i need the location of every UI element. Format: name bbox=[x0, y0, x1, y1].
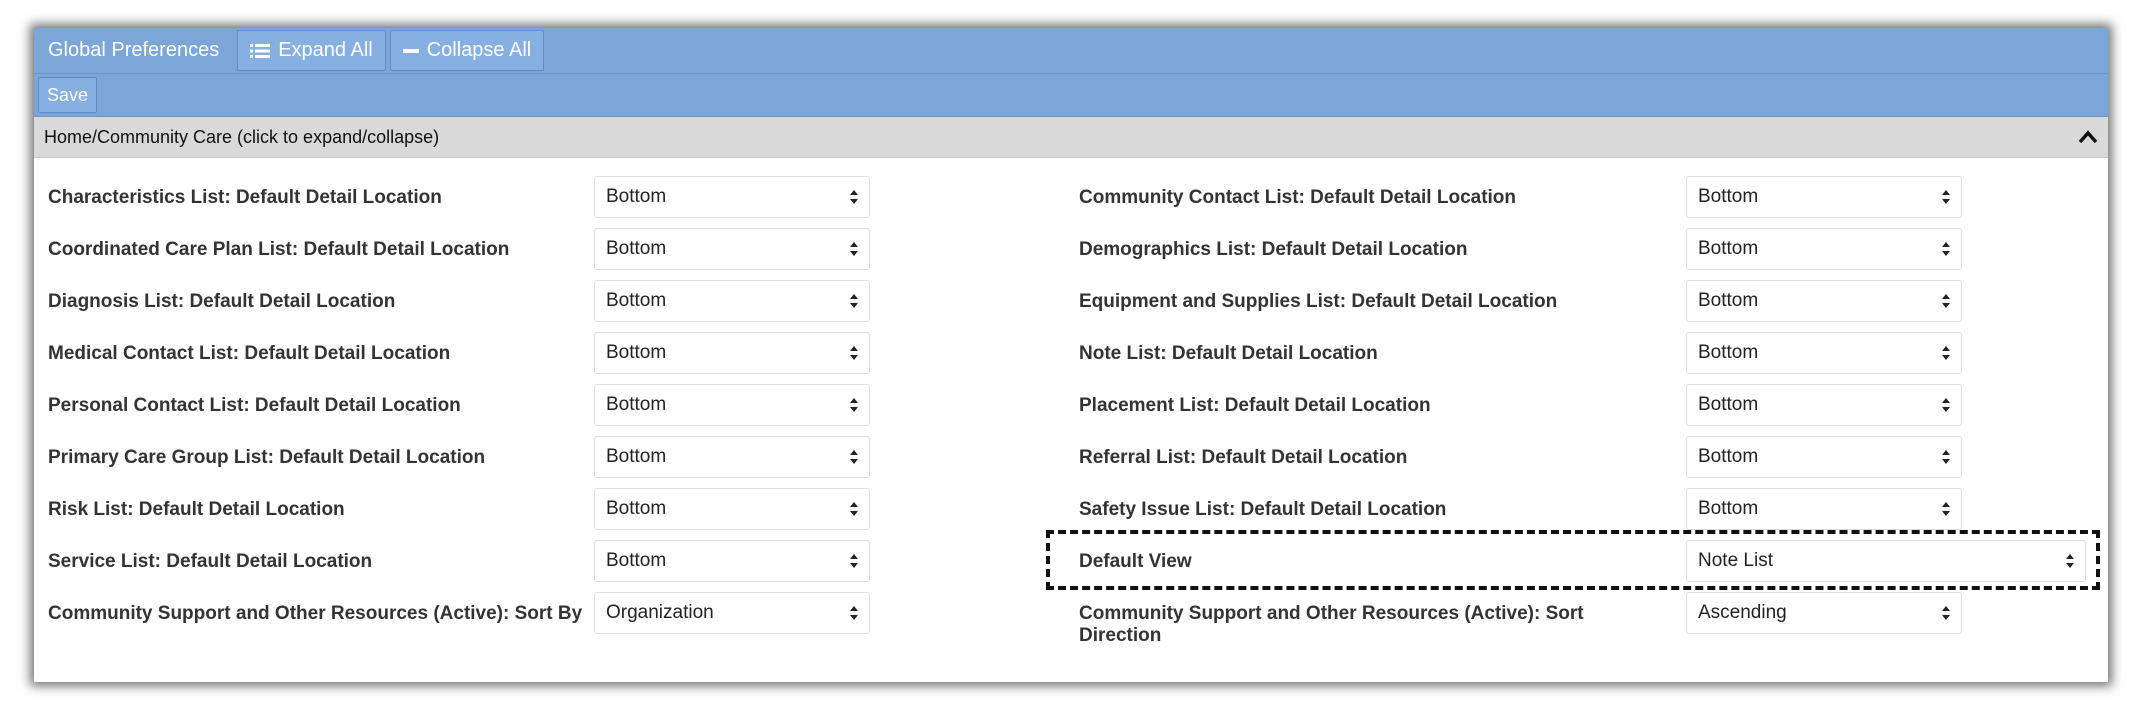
sort-arrows-icon bbox=[849, 605, 859, 621]
label-risk-list-default-detail-location: Risk List: Default Detail Location bbox=[48, 499, 345, 520]
section-header-home-community-care[interactable]: Home/Community Care (click to expand/col… bbox=[34, 117, 2108, 158]
select-value: Bottom bbox=[1698, 342, 1759, 363]
select-personal-contact-list-default-detail-location[interactable]: Bottom bbox=[594, 384, 870, 426]
select-community-contact-list-default-detail-location[interactable]: Bottom bbox=[1686, 176, 1962, 218]
section-title: Home/Community Care (click to expand/col… bbox=[44, 126, 440, 147]
sort-arrows-icon bbox=[849, 241, 859, 257]
select-value: Bottom bbox=[606, 186, 667, 207]
list-icon bbox=[250, 43, 271, 59]
sort-arrows-icon bbox=[849, 501, 859, 517]
sort-arrows-icon bbox=[849, 293, 859, 309]
label-referral-list-default-detail-location: Referral List: Default Detail Location bbox=[1079, 447, 1408, 468]
save-toolbar: Save bbox=[34, 74, 2108, 117]
sort-arrows-icon bbox=[1941, 241, 1951, 257]
select-value: Bottom bbox=[606, 238, 667, 259]
select-referral-list-default-detail-location[interactable]: Bottom bbox=[1686, 436, 1962, 478]
preference-row: Coordinated Care Plan List: Default Deta… bbox=[34, 223, 2108, 275]
select-note-list-default-detail-location[interactable]: Bottom bbox=[1686, 332, 1962, 374]
preference-row: Personal Contact List: Default Detail Lo… bbox=[34, 379, 2108, 431]
preference-row: Diagnosis List: Default Detail Location B… bbox=[34, 275, 2108, 327]
sort-arrows-icon bbox=[849, 449, 859, 465]
select-safety-issue-list-default-detail-location[interactable]: Bottom bbox=[1686, 488, 1962, 530]
select-placement-list-default-detail-location[interactable]: Bottom bbox=[1686, 384, 1962, 426]
select-risk-list-default-detail-location[interactable]: Bottom bbox=[594, 488, 870, 530]
preference-row: Primary Care Group List: Default Detail … bbox=[34, 431, 2108, 483]
expand-all-button[interactable]: Expand All bbox=[237, 30, 386, 71]
minus-icon bbox=[402, 43, 419, 59]
select-demographics-list-default-detail-location[interactable]: Bottom bbox=[1686, 228, 1962, 270]
select-community-support-and-other-resources-active-sort-direction[interactable]: Ascending bbox=[1686, 592, 1962, 634]
label-default-view: Default View bbox=[1079, 551, 1192, 572]
label-primary-care-group-list-default-detail-location: Primary Care Group List: Default Detail … bbox=[48, 447, 486, 468]
select-value: Bottom bbox=[606, 498, 667, 519]
select-value: Bottom bbox=[606, 394, 667, 415]
sort-arrows-icon bbox=[1941, 449, 1951, 465]
sort-arrows-icon bbox=[1941, 397, 1951, 413]
label-service-list-default-detail-location: Service List: Default Detail Location bbox=[48, 551, 373, 572]
label-safety-issue-list-default-detail-location: Safety Issue List: Default Detail Locati… bbox=[1079, 499, 1447, 520]
select-equipment-and-supplies-list-default-detail-location[interactable]: Bottom bbox=[1686, 280, 1962, 322]
select-value: Bottom bbox=[606, 290, 667, 311]
preference-row: Characteristics List: Default Detail Loc… bbox=[34, 171, 2108, 223]
sort-arrows-icon bbox=[1941, 605, 1951, 621]
sort-arrows-icon bbox=[1941, 189, 1951, 205]
select-value: Note List bbox=[1698, 550, 1773, 571]
sort-arrows-icon bbox=[2065, 553, 2075, 569]
select-coordinated-care-plan-list-default-detail-location[interactable]: Bottom bbox=[594, 228, 870, 270]
label-demographics-list-default-detail-location: Demographics List: Default Detail Locati… bbox=[1079, 239, 1468, 260]
label-characteristics-list-default-detail-location: Characteristics List: Default Detail Loc… bbox=[48, 187, 442, 208]
preference-row: Community Support and Other Resources (A… bbox=[34, 587, 2108, 646]
select-value: Bottom bbox=[1698, 186, 1759, 207]
select-diagnosis-list-default-detail-location[interactable]: Bottom bbox=[594, 280, 870, 322]
select-value: Bottom bbox=[1698, 446, 1759, 467]
label-placement-list-default-detail-location: Placement List: Default Detail Location bbox=[1079, 395, 1431, 416]
select-community-support-and-other-resources-active-sort-by[interactable]: Organization bbox=[594, 592, 870, 634]
page-title: Global Preferences bbox=[48, 39, 220, 61]
label-coordinated-care-plan-list-default-detail-location: Coordinated Care Plan List: Default Deta… bbox=[48, 239, 510, 260]
sort-arrows-icon bbox=[849, 189, 859, 205]
select-value: Ascending bbox=[1698, 602, 1787, 623]
preferences-window: Global Preferences Expand All Collapse A… bbox=[34, 28, 2108, 682]
preference-row: Service List: Default Detail Location Bot… bbox=[34, 535, 2108, 587]
select-characteristics-list-default-detail-location[interactable]: Bottom bbox=[594, 176, 870, 218]
select-value: Bottom bbox=[606, 550, 667, 571]
sort-arrows-icon bbox=[1941, 293, 1951, 309]
label-diagnosis-list-default-detail-location: Diagnosis List: Default Detail Location bbox=[48, 291, 396, 312]
collapse-all-label: Collapse All bbox=[426, 39, 532, 61]
select-value: Organization bbox=[606, 602, 714, 623]
save-button[interactable]: Save bbox=[38, 77, 98, 113]
label-community-support-and-other-resources-active-sort-direction: Community Support and Other Resources (A… bbox=[1079, 603, 1584, 646]
sort-arrows-icon bbox=[849, 397, 859, 413]
sort-arrows-icon bbox=[1941, 501, 1951, 517]
top-toolbar: Global Preferences Expand All Collapse A… bbox=[34, 28, 2108, 74]
label-medical-contact-list-default-detail-location: Medical Contact List: Default Detail Loc… bbox=[48, 343, 451, 364]
preference-row: Risk List: Default Detail Location Bottom… bbox=[34, 483, 2108, 535]
preference-row: Medical Contact List: Default Detail Loc… bbox=[34, 327, 2108, 379]
select-value: Bottom bbox=[606, 446, 667, 467]
sort-arrows-icon bbox=[849, 553, 859, 569]
label-community-support-and-other-resources-active-sort-by: Community Support and Other Resources (A… bbox=[48, 603, 583, 624]
collapse-all-button[interactable]: Collapse All bbox=[389, 30, 545, 71]
label-note-list-default-detail-location: Note List: Default Detail Location bbox=[1079, 343, 1378, 364]
select-service-list-default-detail-location[interactable]: Bottom bbox=[594, 540, 870, 582]
select-value: Bottom bbox=[1698, 238, 1759, 259]
select-value: Bottom bbox=[1698, 498, 1759, 519]
label-equipment-and-supplies-list-default-detail-location: Equipment and Supplies List: Default Det… bbox=[1079, 291, 1558, 312]
chevron-up-icon[interactable] bbox=[2078, 130, 2098, 144]
label-personal-contact-list-default-detail-location: Personal Contact List: Default Detail Lo… bbox=[48, 395, 461, 416]
select-value: Bottom bbox=[1698, 394, 1759, 415]
select-value: Bottom bbox=[1698, 290, 1759, 311]
sort-arrows-icon bbox=[1941, 345, 1951, 361]
select-primary-care-group-list-default-detail-location[interactable]: Bottom bbox=[594, 436, 870, 478]
select-medical-contact-list-default-detail-location[interactable]: Bottom bbox=[594, 332, 870, 374]
select-value: Bottom bbox=[606, 342, 667, 363]
expand-all-label: Expand All bbox=[278, 39, 373, 61]
label-community-contact-list-default-detail-location: Community Contact List: Default Detail L… bbox=[1079, 187, 1517, 208]
sort-arrows-icon bbox=[849, 345, 859, 361]
select-default-view[interactable]: Note List bbox=[1686, 540, 2086, 582]
